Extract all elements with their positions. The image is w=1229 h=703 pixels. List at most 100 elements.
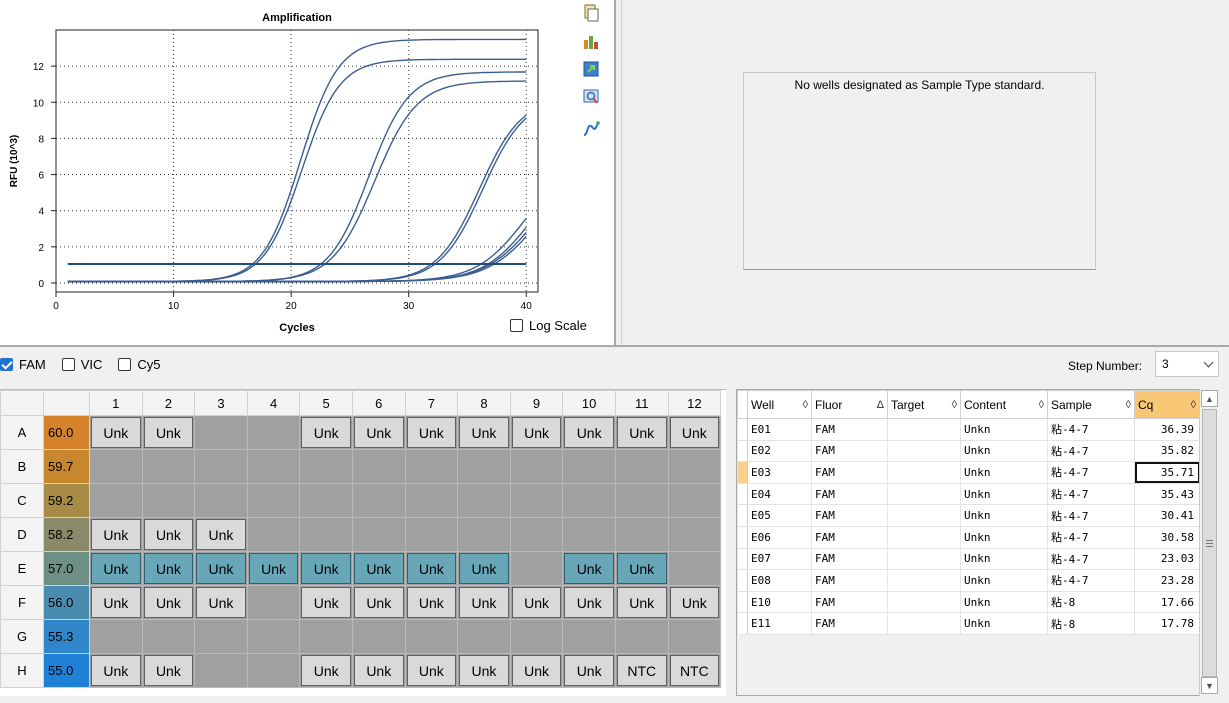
empty-well[interactable] — [459, 621, 509, 652]
vertical-splitter[interactable] — [614, 0, 622, 345]
plate-cell[interactable] — [562, 483, 616, 518]
empty-well[interactable] — [617, 451, 667, 482]
cell-well[interactable]: E10 — [747, 590, 812, 614]
row-selector[interactable] — [737, 612, 748, 635]
plate-cell[interactable]: Unk — [299, 551, 353, 586]
cell-content[interactable]: Unkn — [960, 461, 1048, 484]
plate-well[interactable]: Unk — [143, 519, 194, 550]
export-data-icon[interactable] — [582, 60, 600, 78]
cell-content[interactable]: Unkn — [960, 439, 1048, 463]
empty-well[interactable] — [459, 485, 509, 516]
plate-cell[interactable]: Unk — [614, 551, 669, 586]
empty-well[interactable] — [512, 519, 562, 550]
table-row[interactable]: E11 FAM Unkn 粘-8 17.78 — [737, 612, 1200, 635]
plate-cell[interactable] — [457, 517, 511, 552]
plate-cell[interactable] — [404, 619, 459, 654]
plate-cell[interactable] — [562, 619, 616, 654]
plate-cell[interactable] — [246, 483, 301, 518]
plate-cell[interactable]: Unk — [194, 517, 248, 552]
cell-sample[interactable]: 粘-8 — [1047, 612, 1135, 635]
plate-cell[interactable]: Unk — [667, 415, 722, 450]
fluor-option-vic[interactable]: VIC — [61, 357, 102, 372]
row-selector[interactable] — [737, 504, 748, 527]
plate-cell[interactable]: Unk — [141, 517, 196, 552]
empty-well[interactable] — [196, 417, 246, 448]
plate-cell[interactable] — [141, 449, 196, 484]
cell-cq[interactable]: 23.03 — [1134, 547, 1200, 571]
cell-sample[interactable]: 粘-4-7 — [1047, 525, 1135, 549]
plate-cell[interactable]: Unk — [562, 585, 616, 620]
plate-well[interactable]: Unk — [143, 553, 194, 584]
fluor-option-fam[interactable]: FAM — [0, 357, 46, 372]
empty-well[interactable] — [249, 451, 299, 482]
plate-well[interactable]: Unk — [353, 587, 404, 618]
plate-cell[interactable]: Unk — [404, 585, 459, 620]
scroll-thumb[interactable] — [1202, 409, 1217, 677]
plate-cell[interactable] — [404, 517, 459, 552]
plate-cell[interactable]: Unk — [351, 551, 406, 586]
plate-cell[interactable] — [246, 585, 301, 620]
plate-well[interactable]: Unk — [669, 587, 720, 618]
plate-cell[interactable] — [141, 483, 196, 518]
plate-cell[interactable]: Unk — [141, 415, 196, 450]
empty-well[interactable] — [512, 485, 562, 516]
cell-fluor[interactable]: FAM — [811, 590, 888, 614]
plate-well[interactable]: Unk — [511, 655, 562, 686]
plate-cell[interactable]: Unk — [89, 653, 143, 688]
plate-cell[interactable] — [667, 517, 722, 552]
plate-well[interactable]: NTC — [616, 655, 667, 686]
column-header[interactable]: 1 — [89, 390, 143, 416]
plate-cell[interactable] — [667, 449, 722, 484]
plate-well[interactable]: Unk — [564, 587, 614, 618]
plate-well[interactable]: NTC — [669, 655, 720, 686]
empty-well[interactable] — [91, 485, 141, 516]
plate-well[interactable]: Unk — [616, 553, 667, 584]
cell-target[interactable] — [887, 547, 961, 571]
column-header[interactable]: 9 — [509, 390, 564, 416]
cell-sample[interactable]: 粘-4-7 — [1047, 439, 1135, 463]
plate-cell[interactable] — [614, 483, 669, 518]
row-selector[interactable] — [737, 439, 748, 463]
cell-sample[interactable]: 粘-4-7 — [1047, 569, 1135, 592]
plate-cell[interactable] — [614, 619, 669, 654]
cell-sample[interactable]: 粘-4-7 — [1047, 547, 1135, 571]
cell-fluor[interactable]: FAM — [811, 418, 888, 441]
copy-icon[interactable] — [582, 4, 600, 22]
empty-well[interactable] — [196, 655, 246, 686]
column-header-content[interactable]: Content ◊ — [960, 390, 1048, 419]
scroll-down-button[interactable]: ▼ — [1201, 677, 1218, 694]
plate-cell[interactable] — [194, 653, 248, 688]
cell-fluor[interactable]: FAM — [811, 547, 888, 571]
cell-content[interactable]: Unkn — [960, 547, 1048, 571]
plate-cell[interactable]: Unk — [562, 653, 616, 688]
empty-well[interactable] — [407, 519, 457, 550]
plate-well[interactable]: Unk — [669, 417, 720, 448]
empty-well[interactable] — [670, 553, 720, 584]
row-selector[interactable] — [737, 590, 748, 614]
plate-cell[interactable]: Unk — [614, 415, 669, 450]
cell-cq[interactable]: 35.43 — [1134, 482, 1200, 506]
plate-well[interactable]: Unk — [91, 587, 141, 618]
row-selector[interactable] — [737, 569, 748, 592]
plate-cell[interactable] — [351, 517, 406, 552]
empty-well[interactable] — [407, 621, 457, 652]
cell-well[interactable]: E08 — [747, 569, 812, 592]
plate-cell[interactable] — [351, 483, 406, 518]
table-row[interactable]: E08 FAM Unkn 粘-4-7 23.28 — [737, 569, 1200, 592]
cell-fluor[interactable]: FAM — [811, 569, 888, 592]
plate-cell[interactable] — [509, 517, 564, 552]
plate-cell[interactable] — [351, 449, 406, 484]
column-header-well[interactable]: Well ◊ — [747, 390, 812, 419]
empty-well[interactable] — [459, 451, 509, 482]
plate-cell[interactable]: Unk — [457, 653, 511, 688]
plate-cell[interactable] — [194, 619, 248, 654]
empty-well[interactable] — [144, 621, 194, 652]
cell-sample[interactable]: 粘-4-7 — [1047, 482, 1135, 506]
column-header-sample[interactable]: Sample ◊ — [1047, 390, 1135, 419]
cell-cq[interactable]: 35.82 — [1134, 439, 1200, 463]
plate-cell[interactable]: Unk — [457, 551, 511, 586]
plate-well[interactable]: Unk — [406, 553, 457, 584]
empty-well[interactable] — [301, 485, 351, 516]
cell-content[interactable]: Unkn — [960, 482, 1048, 506]
empty-well[interactable] — [249, 655, 299, 686]
